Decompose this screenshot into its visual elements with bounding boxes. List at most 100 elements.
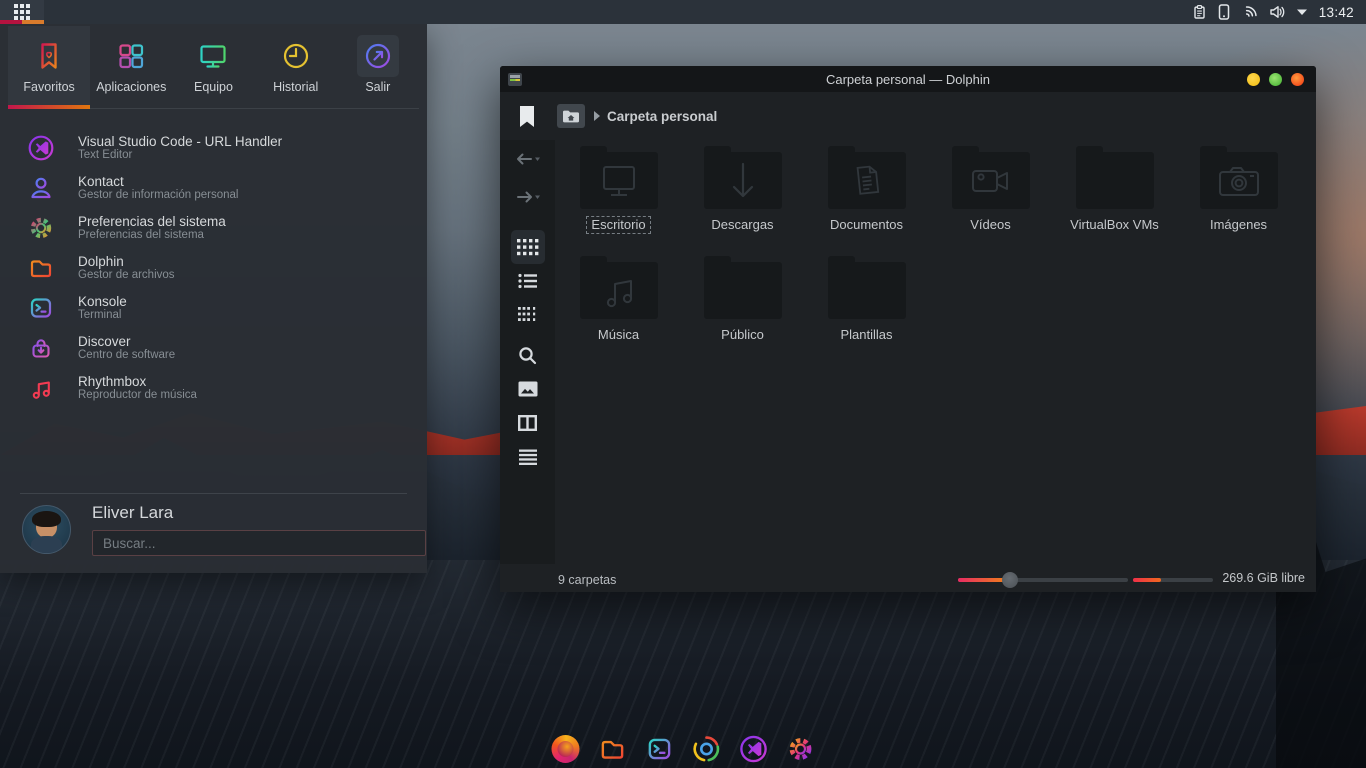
disk-usage-fill bbox=[1133, 578, 1161, 582]
tab-label: Historial bbox=[273, 80, 318, 94]
folder-label: Público bbox=[716, 326, 769, 344]
tab-favoritos[interactable]: Favoritos bbox=[8, 26, 90, 108]
dock-item-vscode[interactable] bbox=[739, 734, 769, 764]
zoom-slider-knob[interactable] bbox=[1002, 572, 1018, 588]
home-button[interactable] bbox=[557, 104, 585, 128]
network-signal-icon[interactable] bbox=[1241, 4, 1258, 20]
gear-icon bbox=[26, 213, 56, 243]
app-name: Rhythmbox bbox=[78, 374, 197, 390]
location-toolbar: Carpeta personal bbox=[500, 92, 1316, 140]
volume-icon[interactable] bbox=[1269, 4, 1285, 20]
folder-icon bbox=[952, 152, 1030, 209]
tab-salir[interactable]: Salir bbox=[337, 26, 419, 108]
system-tray: 13:42 bbox=[1192, 4, 1366, 20]
folder-item-imagenes[interactable]: Imágenes bbox=[1183, 144, 1294, 234]
folder-item-descargas[interactable]: Descargas bbox=[687, 144, 798, 234]
dock-item-settings[interactable] bbox=[786, 734, 816, 764]
folder-item-virtualbox[interactable]: VirtualBox VMs bbox=[1059, 144, 1170, 234]
list-item-konsole[interactable]: Konsole Terminal bbox=[0, 288, 427, 328]
folder-icon bbox=[828, 262, 906, 319]
bookmark-heart-icon bbox=[28, 35, 70, 77]
app-description: Reproductor de música bbox=[78, 389, 197, 402]
folder-label: Escritorio bbox=[586, 216, 650, 234]
chromium-icon bbox=[692, 734, 722, 764]
tab-historial[interactable]: Historial bbox=[255, 26, 337, 108]
folder-item-musica[interactable]: Música bbox=[563, 254, 674, 344]
search-button[interactable] bbox=[511, 338, 545, 372]
breadcrumb-chevron-icon[interactable] bbox=[594, 111, 600, 121]
breadcrumb[interactable]: Carpeta personal bbox=[607, 109, 717, 124]
tab-label: Favoritos bbox=[23, 80, 74, 94]
folder-item-publico[interactable]: Público bbox=[687, 254, 798, 344]
user-name: Eliver Lara bbox=[92, 503, 173, 523]
tab-equipo[interactable]: Equipo bbox=[172, 26, 254, 108]
avatar[interactable] bbox=[22, 505, 71, 554]
phone-icon[interactable] bbox=[1218, 4, 1230, 20]
close-button[interactable] bbox=[1291, 73, 1304, 86]
tool-sidebar bbox=[500, 140, 555, 564]
compact-view-button[interactable] bbox=[511, 264, 545, 298]
person-icon bbox=[26, 173, 56, 203]
arrow-left-icon bbox=[515, 151, 541, 167]
music-note-emblem-icon bbox=[601, 272, 637, 310]
list-item-kontact[interactable]: Kontact Gestor de información personal bbox=[0, 168, 427, 208]
camera-emblem-icon bbox=[1217, 164, 1261, 198]
dock-item-firefox[interactable] bbox=[551, 734, 581, 764]
app-grid-icon bbox=[110, 35, 152, 77]
details-view-icon bbox=[518, 307, 538, 324]
dolphin-window: Carpeta personal — Dolphin Carpeta perso… bbox=[500, 66, 1316, 592]
app-name: Preferencias del sistema bbox=[78, 214, 226, 230]
app-description: Terminal bbox=[78, 309, 127, 322]
firefox-icon bbox=[552, 735, 580, 763]
window-titlebar[interactable]: Carpeta personal — Dolphin bbox=[500, 66, 1316, 92]
app-name: Kontact bbox=[78, 174, 238, 190]
folder-item-escritorio[interactable]: Escritorio bbox=[563, 144, 674, 234]
folder-label: Descargas bbox=[706, 216, 778, 234]
menu-button[interactable] bbox=[511, 440, 545, 474]
forward-button[interactable] bbox=[511, 180, 545, 214]
search-input[interactable] bbox=[92, 530, 426, 556]
gear-icon bbox=[786, 734, 816, 764]
video-camera-emblem-icon bbox=[969, 165, 1013, 197]
dock-item-konsole[interactable] bbox=[645, 734, 675, 764]
back-button[interactable] bbox=[511, 142, 545, 176]
clock[interactable]: 13:42 bbox=[1319, 5, 1354, 20]
chevron-down-icon[interactable] bbox=[1296, 8, 1308, 16]
dock-item-dolphin[interactable] bbox=[598, 734, 628, 764]
window-title: Carpeta personal — Dolphin bbox=[500, 72, 1316, 87]
split-view-button[interactable] bbox=[511, 406, 545, 440]
preview-button[interactable] bbox=[511, 372, 545, 406]
folder-item-plantillas[interactable]: Plantillas bbox=[811, 254, 922, 344]
app-description: Gestor de archivos bbox=[78, 269, 175, 282]
folder-label: VirtualBox VMs bbox=[1065, 216, 1164, 234]
zoom-slider[interactable] bbox=[958, 578, 1128, 582]
app-name: Discover bbox=[78, 334, 175, 350]
list-item-vscode[interactable]: Visual Studio Code - URL Handler Text Ed… bbox=[0, 128, 427, 168]
list-item-dolphin[interactable]: Dolphin Gestor de archivos bbox=[0, 248, 427, 288]
folder-item-documentos[interactable]: Documentos bbox=[811, 144, 922, 234]
folder-icon bbox=[580, 262, 658, 319]
tab-label: Equipo bbox=[194, 80, 233, 94]
music-note-icon bbox=[26, 373, 56, 403]
list-item-rhythmbox[interactable]: Rhythmbox Reproductor de música bbox=[0, 368, 427, 408]
logout-arrow-icon bbox=[357, 35, 399, 77]
maximize-button[interactable] bbox=[1269, 73, 1282, 86]
home-folder-icon bbox=[562, 109, 580, 124]
icons-view-button[interactable] bbox=[511, 230, 545, 264]
app-launcher-button[interactable] bbox=[0, 0, 44, 24]
folder-item-videos[interactable]: Vídeos bbox=[935, 144, 1046, 234]
details-view-button[interactable] bbox=[511, 298, 545, 332]
folder-icon bbox=[580, 152, 658, 209]
app-description: Gestor de información personal bbox=[78, 189, 238, 202]
tab-aplicaciones[interactable]: Aplicaciones bbox=[90, 26, 172, 108]
list-item-discover[interactable]: Discover Centro de software bbox=[0, 328, 427, 368]
folder-grid: Escritorio Descargas bbox=[563, 144, 1308, 345]
window-app-icon bbox=[508, 73, 522, 86]
list-item-preferencias[interactable]: Preferencias del sistema Preferencias de… bbox=[0, 208, 427, 248]
minimize-button[interactable] bbox=[1247, 73, 1260, 86]
app-description: Centro de software bbox=[78, 349, 175, 362]
dock-item-chromium[interactable] bbox=[692, 734, 722, 764]
clipboard-icon[interactable] bbox=[1192, 4, 1207, 20]
folder-label: Música bbox=[593, 326, 644, 344]
bookmark-icon[interactable] bbox=[520, 106, 534, 127]
